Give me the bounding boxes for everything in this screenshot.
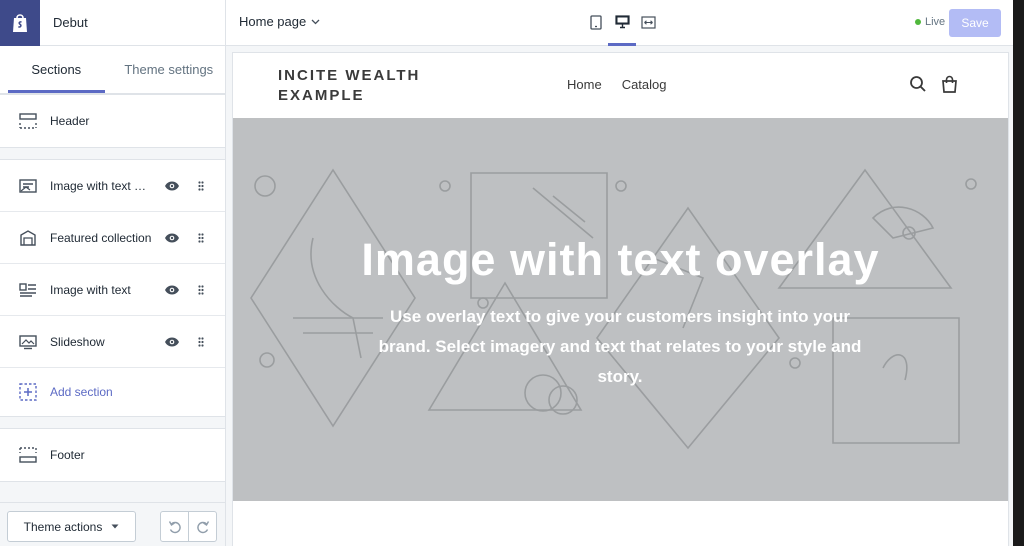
undo-icon — [168, 520, 181, 533]
live-status-dot — [915, 19, 921, 25]
image-text-overlay-icon — [18, 176, 38, 196]
fullwidth-icon — [640, 15, 656, 29]
hero-subtext: Use overlay text to give your customers … — [378, 307, 862, 386]
footer-layout-icon — [18, 445, 38, 465]
theme-name: Debut — [53, 15, 88, 30]
redo-icon — [196, 520, 209, 533]
cart-bag-icon[interactable] — [941, 75, 958, 98]
sidebar-item-slideshow[interactable]: Slideshow — [0, 316, 225, 368]
sidebar-item-footer[interactable]: Footer — [0, 429, 225, 481]
editor-top-bar: Home page Live Save — [226, 0, 1013, 46]
eye-icon[interactable] — [163, 177, 181, 195]
store-preview: INCITE WEALTH EXAMPLE Home Catalog Image… — [226, 46, 1013, 546]
add-section-icon — [18, 382, 38, 402]
sidebar-item-label: Image with text overlay — [50, 178, 152, 193]
sidebar-item-image-with-text[interactable]: Image with text — [0, 264, 225, 316]
store-header: INCITE WEALTH EXAMPLE Home Catalog — [233, 53, 1008, 118]
theme-actions-button[interactable]: Theme actions — [7, 511, 136, 542]
undo-button[interactable] — [161, 512, 188, 541]
next-section-preview — [233, 501, 1008, 546]
sidebar-item-label: Slideshow — [50, 334, 105, 349]
drag-handle-icon[interactable] — [195, 333, 207, 351]
nav-link-home[interactable]: Home — [567, 77, 602, 92]
store-header-icons — [909, 75, 958, 98]
sidebar-top-bar: Debut — [0, 0, 225, 46]
header-layout-icon — [18, 111, 38, 131]
add-section-button[interactable]: Add section — [0, 368, 225, 416]
page-selector[interactable]: Home page — [239, 14, 320, 29]
search-icon[interactable] — [909, 75, 927, 98]
content-section-group: Image with text overlay Featured collect… — [0, 159, 225, 417]
nav-link-catalog[interactable]: Catalog — [622, 77, 667, 92]
sidebar-item-label: Header — [50, 114, 90, 128]
theme-actions-label: Theme actions — [23, 519, 103, 534]
tab-theme-settings[interactable]: Theme settings — [113, 46, 226, 93]
fullscreen-view-button[interactable] — [637, 11, 659, 33]
caret-down-icon — [111, 524, 119, 529]
eye-icon[interactable] — [163, 281, 181, 299]
save-button[interactable]: Save — [949, 9, 1001, 37]
slideshow-icon — [18, 332, 38, 352]
shopping-bag-logo-icon — [13, 13, 27, 32]
window-edge — [1013, 0, 1024, 546]
sidebar-item-header[interactable]: Header — [0, 95, 225, 147]
footer-section-group: Footer — [0, 428, 225, 482]
chevron-down-icon — [311, 19, 320, 24]
desktop-view-button[interactable] — [608, 11, 636, 46]
preview-frame: INCITE WEALTH EXAMPLE Home Catalog Image… — [233, 53, 1008, 546]
header-section-group: Header — [0, 94, 225, 148]
shopify-logo[interactable] — [0, 0, 40, 46]
hero-image-overlay[interactable]: Image with text overlay Use overlay text… — [233, 118, 1008, 501]
eye-icon[interactable] — [163, 229, 181, 247]
add-section-label: Add section — [50, 385, 113, 399]
sidebar-tabs: Sections Theme settings — [0, 46, 225, 94]
live-status-label: Live — [925, 16, 946, 28]
undo-redo-group — [160, 511, 217, 542]
device-switcher — [585, 11, 659, 46]
sidebar-item-image-with-text-overlay[interactable]: Image with text overlay — [0, 160, 225, 212]
sidebar-item-label: Image with text — [50, 282, 131, 297]
redo-button[interactable] — [188, 512, 216, 541]
store-nav: Home Catalog — [567, 77, 667, 92]
sidebar-item-label: Footer — [50, 448, 85, 462]
store-logo-text[interactable]: INCITE WEALTH EXAMPLE — [278, 66, 458, 106]
hero-heading: Image with text overlay — [361, 234, 880, 285]
collection-icon — [18, 228, 38, 248]
eye-icon[interactable] — [163, 333, 181, 351]
sidebar-bottom-bar: Theme actions — [0, 502, 225, 546]
page-selector-label: Home page — [239, 14, 307, 29]
live-status: Live — [915, 16, 945, 28]
mobile-icon — [590, 14, 602, 30]
image-with-text-icon — [18, 280, 38, 300]
drag-handle-icon[interactable] — [195, 229, 207, 247]
desktop-icon — [614, 15, 630, 29]
mobile-view-button[interactable] — [585, 11, 607, 33]
drag-handle-icon[interactable] — [195, 177, 207, 195]
sidebar-item-label: Featured collection — [50, 230, 152, 245]
tab-sections[interactable]: Sections — [0, 46, 113, 93]
sidebar: Debut Sections Theme settings Header Ima… — [0, 0, 226, 546]
sidebar-item-featured-collection[interactable]: Featured collection — [0, 212, 225, 264]
drag-handle-icon[interactable] — [195, 281, 207, 299]
